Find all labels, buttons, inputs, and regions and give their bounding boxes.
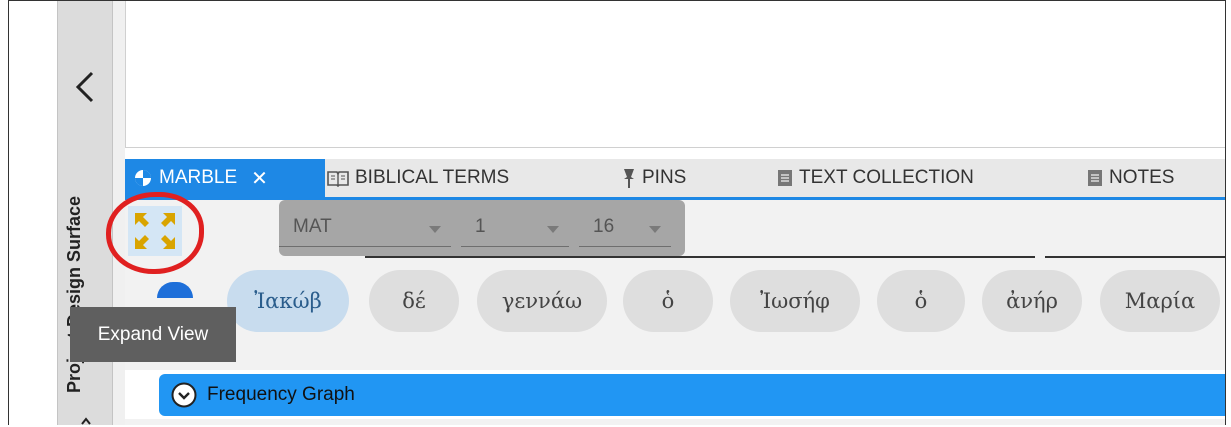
tab-label: MARBLE [159,167,238,188]
word-text: ὁ [661,289,675,313]
dropdown-caret-icon [649,226,661,233]
expand-view-tooltip: Expand View [70,307,236,362]
word-chip[interactable]: γεννάω [477,270,607,332]
word-chips-row: Ἰακώβ δέ γεννάω ὁ Ἰωσήφ ὁ ἀνήρ Μαρία [125,260,1225,370]
word-text: Μαρία [1124,289,1196,313]
upper-pane [125,1,1225,148]
expand-view-button[interactable] [128,206,182,256]
chevron-up-icon[interactable] [80,415,92,425]
tab-biblical-terms[interactable]: BIBLICAL TERMS [327,159,509,197]
pin-icon [624,169,634,188]
chapter-value: 1 [475,216,486,237]
book-value: MAT [293,216,332,237]
document-icon [778,170,792,186]
word-text: ὁ [914,289,928,313]
dropdown-caret-icon [547,226,559,233]
word-chip[interactable]: ὁ [623,270,713,332]
word-chip[interactable]: δέ [369,270,459,332]
reference-selector: MAT 1 16 [279,200,685,256]
chevron-left-icon[interactable] [72,69,98,105]
word-chip[interactable]: Μαρία [1100,270,1220,332]
tab-marble[interactable]: MARBLE ✕ [125,159,325,197]
verse-select[interactable]: 16 [579,212,671,247]
book-select[interactable]: MAT [279,212,451,247]
tab-notes[interactable]: NOTES [1087,159,1174,197]
expand-icon [135,213,175,249]
close-icon[interactable]: ✕ [251,166,268,191]
divider [365,256,1035,258]
word-chip[interactable]: ἀνήρ [982,270,1082,332]
book-icon [327,171,349,187]
tab-label: TEXT COLLECTION [799,167,974,188]
word-text: ἀνήρ [1006,289,1058,313]
word-chip[interactable]: ὁ [877,270,965,332]
word-text: δέ [402,289,426,313]
chapter-select[interactable]: 1 [461,212,569,247]
tab-text-collection[interactable]: TEXT COLLECTION [777,159,974,197]
reference-navigation-row: MAT 1 16 [125,200,1225,260]
tab-pins[interactable]: PINS [622,159,686,197]
word-text: Ἰακώβ [254,289,322,313]
chevron-down-circle-icon[interactable] [171,382,197,408]
word-text: Ἰωσήφ [760,289,830,313]
tab-bar: MARBLE ✕ BIBLICAL TERMS PINS TEXT COLLEC… [125,159,1225,200]
word-text: γεννάω [501,289,583,313]
marble-icon [135,170,151,186]
tab-label: NOTES [1109,167,1175,188]
user-icon [157,282,193,298]
verse-value: 16 [593,216,615,237]
frequency-graph-header[interactable]: Frequency Graph [159,374,1225,416]
frequency-graph-title: Frequency Graph [207,384,355,405]
dropdown-caret-icon [429,226,441,233]
divider [1045,256,1225,258]
panel-background [125,419,1225,425]
document-icon [1088,170,1102,186]
tab-label: BIBLICAL TERMS [355,167,510,188]
word-chip[interactable]: Ἰακώβ [227,270,349,332]
side-panel-label[interactable]: Project Design Surface [64,196,85,393]
word-chip[interactable]: Ἰωσήφ [730,270,860,332]
left-gutter [9,1,57,425]
tab-label: PINS [642,167,687,188]
